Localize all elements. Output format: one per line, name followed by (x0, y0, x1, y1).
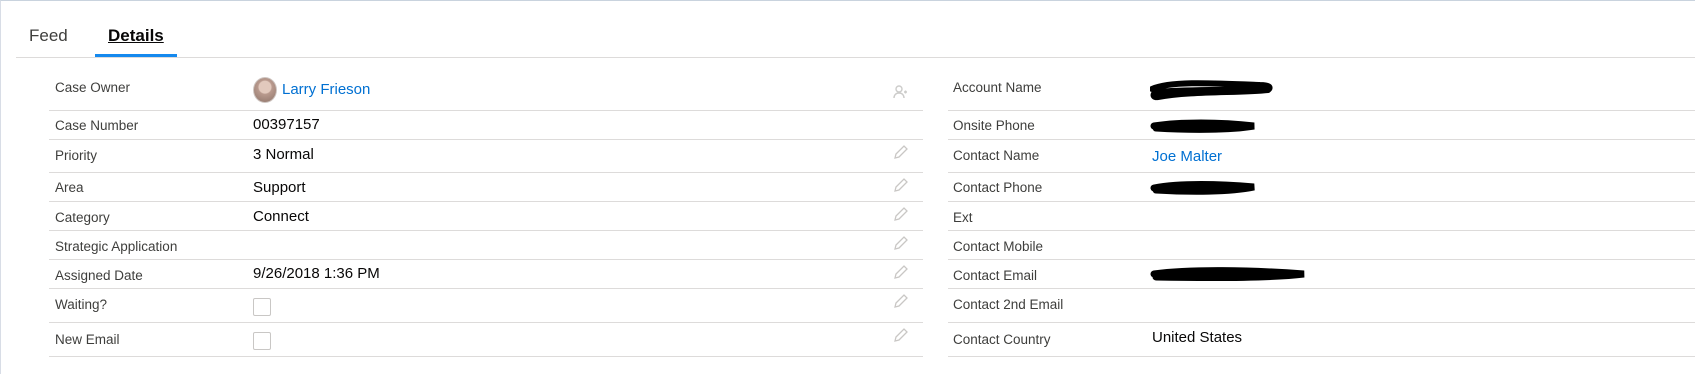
field-label: Case Number (55, 118, 139, 133)
pencil-icon[interactable] (893, 327, 909, 343)
field-assigned-date: Assigned Date 9/26/2018 1:36 PM (49, 260, 923, 289)
field-onsite-phone: Onsite Phone (948, 111, 1695, 140)
field-label: Contact Mobile (953, 239, 1044, 254)
field-case-owner: Case Owner Larry Frieson (49, 75, 923, 111)
field-contact-country: Contact Country United States (948, 323, 1695, 357)
contact-name-link[interactable]: Joe Malter (1152, 147, 1222, 167)
field-value: United States (1152, 329, 1243, 346)
field-label: Account Name (953, 80, 1042, 95)
details-left-column: Case Owner Larry Frieson Case Number 003… (49, 75, 923, 357)
field-label: Contact Phone (953, 180, 1043, 195)
field-category: Category Connect (49, 202, 923, 231)
field-priority: Priority 3 Normal (49, 140, 923, 173)
field-value: 9/26/2018 1:36 PM (253, 265, 380, 282)
field-label: Case Owner (55, 80, 131, 95)
tab-feed[interactable]: Feed (16, 25, 81, 57)
redaction-mark (1150, 267, 1305, 282)
field-label: Contact Email (953, 268, 1038, 283)
field-label: Category (55, 210, 110, 225)
field-account-name: Account Name (948, 75, 1695, 111)
waiting-checkbox[interactable] (253, 298, 271, 316)
field-value: Support (253, 179, 306, 196)
pencil-icon[interactable] (893, 177, 909, 193)
field-contact-email: Contact Email (948, 260, 1695, 289)
field-label: Onsite Phone (953, 118, 1035, 133)
field-contact-phone: Contact Phone (948, 173, 1695, 202)
field-label: Priority (55, 148, 98, 163)
field-label: Waiting? (55, 297, 108, 312)
field-case-number: Case Number 00397157 (49, 111, 923, 140)
change-owner-icon[interactable] (893, 84, 909, 100)
user-avatar (253, 77, 277, 103)
pencil-icon[interactable] (893, 144, 909, 160)
field-contact-mobile: Contact Mobile (948, 231, 1695, 260)
details-right-column: Account Name Onsite Phone Contact Name J… (948, 75, 1695, 357)
field-contact-2nd-email: Contact 2nd Email (948, 289, 1695, 323)
field-label: Area (55, 180, 84, 195)
field-value: 3 Normal (253, 146, 314, 163)
field-value: 00397157 (253, 116, 320, 133)
field-label: Contact 2nd Email (953, 297, 1064, 312)
pencil-icon[interactable] (893, 206, 909, 222)
redaction-mark (1150, 119, 1255, 133)
field-value: Connect (253, 208, 309, 225)
field-label: New Email (55, 332, 120, 347)
field-waiting: Waiting? (49, 289, 923, 323)
field-new-email: New Email (49, 323, 923, 357)
record-tabs: Feed Details (16, 19, 1695, 58)
tab-details[interactable]: Details (95, 25, 177, 57)
field-strategic-application: Strategic Application (49, 231, 923, 260)
redaction-mark (1150, 181, 1255, 195)
pencil-icon[interactable] (893, 293, 909, 309)
field-ext: Ext (948, 202, 1695, 231)
new-email-checkbox[interactable] (253, 332, 271, 350)
pencil-icon[interactable] (893, 235, 909, 251)
pencil-icon[interactable] (893, 264, 909, 280)
field-area: Area Support (49, 173, 923, 202)
field-label: Contact Country (953, 332, 1051, 347)
field-label: Strategic Application (55, 239, 178, 254)
field-label: Contact Name (953, 148, 1040, 163)
field-label: Assigned Date (55, 268, 143, 283)
case-owner-link[interactable]: Larry Frieson (282, 80, 370, 100)
field-contact-name: Contact Name Joe Malter (948, 140, 1695, 173)
case-detail-card: Feed Details Case Owner Larry Frieson Ca… (0, 0, 1695, 374)
field-label: Ext (953, 210, 973, 225)
redaction-mark (1150, 80, 1273, 101)
